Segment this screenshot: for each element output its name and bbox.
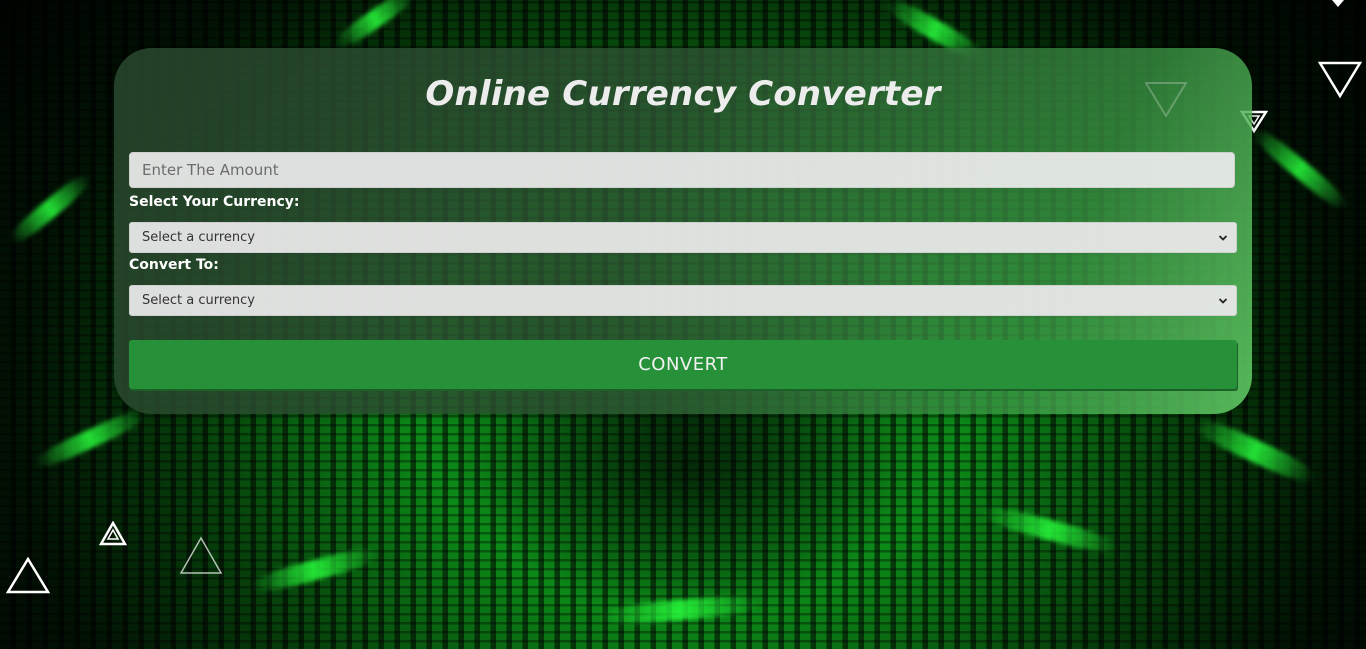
amount-input[interactable] <box>129 152 1235 188</box>
convert-button[interactable]: CONVERT <box>129 340 1237 389</box>
triangle-outline-icon <box>1318 61 1362 99</box>
from-currency-label: Select Your Currency: <box>129 194 300 210</box>
to-currency-label: Convert To: <box>129 257 219 273</box>
bg-streak <box>979 502 1121 558</box>
triangle-outline-icon <box>1332 0 1344 7</box>
bg-streak <box>249 543 381 597</box>
bg-streak <box>5 169 95 249</box>
from-currency-select[interactable]: Select a currency <box>129 222 1237 253</box>
chevron-down-icon <box>1218 235 1228 241</box>
triangle-outline-icon <box>179 536 223 574</box>
bg-streak <box>332 0 418 53</box>
from-currency-selected: Select a currency <box>142 230 255 245</box>
to-currency-selected: Select a currency <box>142 293 255 308</box>
converter-card: Online Currency Converter Select Your Cu… <box>114 48 1252 414</box>
bg-streak <box>31 405 149 473</box>
bg-streak <box>1248 123 1352 215</box>
triangle-outline-icon <box>6 556 50 594</box>
to-currency-select[interactable]: Select a currency <box>129 285 1237 316</box>
triangle-outline-icon <box>99 521 127 546</box>
bg-streak <box>1191 413 1319 489</box>
bg-streak <box>599 593 761 627</box>
page-title: Online Currency Converter <box>425 74 941 114</box>
chevron-down-icon <box>1218 298 1228 304</box>
